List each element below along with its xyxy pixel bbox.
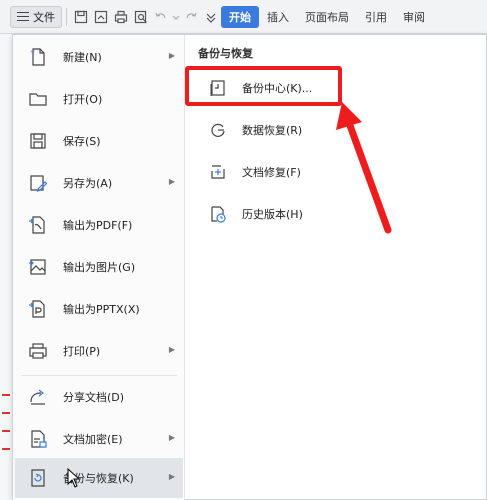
hamburger-icon bbox=[17, 12, 29, 21]
file-menu-button[interactable]: 文件 bbox=[10, 5, 62, 28]
submenu-item-label: 历史版本(H) bbox=[242, 208, 303, 221]
menu-divider bbox=[21, 375, 177, 376]
menu-item-label: 保存(S) bbox=[63, 135, 101, 148]
tab-review[interactable]: 审阅 bbox=[395, 6, 433, 28]
file-menu-label: 文件 bbox=[33, 10, 55, 24]
file-menu-left-column: ✳ 新建(N) ▶ 打开(O) 保存(S) 另存为(A) ▶ 输出为PDF(F)… bbox=[13, 35, 185, 500]
tab-home[interactable]: 开始 bbox=[221, 5, 259, 28]
menu-item-backup-restore[interactable]: 备份与恢复(K) ▶ bbox=[15, 458, 183, 498]
menu-item-label: 输出为PPTX(X) bbox=[63, 303, 140, 316]
data-recovery-icon bbox=[208, 120, 228, 140]
submenu-item-label: 数据恢复(R) bbox=[242, 124, 303, 137]
tab-page-layout[interactable]: 页面布局 bbox=[297, 6, 357, 28]
top-toolbar: 文件 开始 插入 页面布局 引用 审阅 bbox=[0, 0, 487, 34]
svg-text:✳: ✳ bbox=[30, 49, 35, 56]
export-image-icon bbox=[27, 256, 49, 278]
menu-item-export-pdf[interactable]: 输出为PDF(F) bbox=[15, 205, 183, 245]
submenu-arrow-icon: ▶ bbox=[168, 472, 175, 481]
print-preview-icon[interactable] bbox=[131, 7, 151, 27]
folder-icon bbox=[27, 88, 49, 110]
red-mark bbox=[2, 412, 10, 414]
menu-item-open[interactable]: 打开(O) bbox=[15, 79, 183, 119]
submenu-arrow-icon: ▶ bbox=[168, 345, 175, 354]
undo-icon[interactable] bbox=[151, 7, 171, 27]
export-pdf-icon bbox=[27, 214, 49, 236]
menu-item-label: 输出为图片(G) bbox=[63, 261, 136, 274]
highlight-box bbox=[185, 66, 342, 106]
menu-item-export-image[interactable]: 输出为图片(G) bbox=[15, 247, 183, 287]
menu-item-save-as[interactable]: 另存为(A) ▶ bbox=[15, 163, 183, 203]
submenu-item-doc-repair[interactable]: 文档修复(F) bbox=[194, 155, 344, 189]
tab-references[interactable]: 引用 bbox=[357, 6, 395, 28]
red-arrow-annotation bbox=[336, 102, 392, 234]
history-version-icon bbox=[208, 204, 228, 224]
submenu-item-history-version[interactable]: 历史版本(H) bbox=[194, 197, 344, 231]
new-doc-icon: ✳ bbox=[27, 46, 49, 68]
more-dropdown-icon[interactable] bbox=[201, 7, 221, 27]
submenu-item-label: 文档修复(F) bbox=[242, 166, 301, 179]
red-mark bbox=[2, 448, 10, 450]
red-mark bbox=[2, 394, 10, 396]
menu-item-label: 文档加密(E) bbox=[63, 433, 123, 446]
save-icon bbox=[27, 130, 49, 152]
toolbar-divider bbox=[66, 7, 67, 26]
print-icon[interactable] bbox=[111, 7, 131, 27]
document-edge bbox=[0, 34, 12, 500]
encrypt-icon bbox=[27, 428, 49, 450]
submenu-arrow-icon: ▶ bbox=[168, 177, 175, 186]
print-icon bbox=[27, 340, 49, 362]
menu-item-label: 打印(P) bbox=[63, 345, 101, 358]
menu-item-encrypt[interactable]: 文档加密(E) ▶ bbox=[15, 419, 183, 459]
redo-icon[interactable] bbox=[181, 7, 201, 27]
undo-dropdown-icon[interactable] bbox=[171, 7, 181, 27]
menu-item-print[interactable]: 打印(P) ▶ bbox=[15, 331, 183, 371]
menu-item-label: 新建(N) bbox=[63, 51, 102, 64]
mouse-cursor-icon bbox=[67, 468, 81, 488]
menu-item-label: 输出为PDF(F) bbox=[63, 219, 133, 232]
menu-item-label: 分享文档(D) bbox=[63, 391, 125, 404]
submenu-item-data-recovery[interactable]: 数据恢复(R) bbox=[194, 113, 344, 147]
export-icon[interactable] bbox=[91, 7, 111, 27]
doc-repair-icon bbox=[208, 162, 228, 182]
red-mark bbox=[2, 430, 10, 432]
tab-insert[interactable]: 插入 bbox=[259, 6, 297, 28]
save-icon[interactable] bbox=[71, 7, 91, 27]
menu-item-label: 另存为(A) bbox=[63, 177, 113, 190]
menu-item-export-pptx[interactable]: 输出为PPTX(X) bbox=[15, 289, 183, 329]
submenu-title: 备份与恢复 bbox=[198, 47, 253, 60]
backup-restore-icon bbox=[27, 467, 49, 489]
export-pptx-icon bbox=[27, 298, 49, 320]
submenu-arrow-icon: ▶ bbox=[168, 51, 175, 60]
menu-item-share[interactable]: 分享文档(D) bbox=[15, 377, 183, 417]
share-icon bbox=[27, 386, 49, 408]
save-as-icon bbox=[27, 172, 49, 194]
submenu-arrow-icon: ▶ bbox=[168, 433, 175, 442]
menu-item-new[interactable]: ✳ 新建(N) ▶ bbox=[15, 37, 183, 77]
menu-item-save[interactable]: 保存(S) bbox=[15, 121, 183, 161]
menu-item-label: 打开(O) bbox=[63, 93, 103, 106]
